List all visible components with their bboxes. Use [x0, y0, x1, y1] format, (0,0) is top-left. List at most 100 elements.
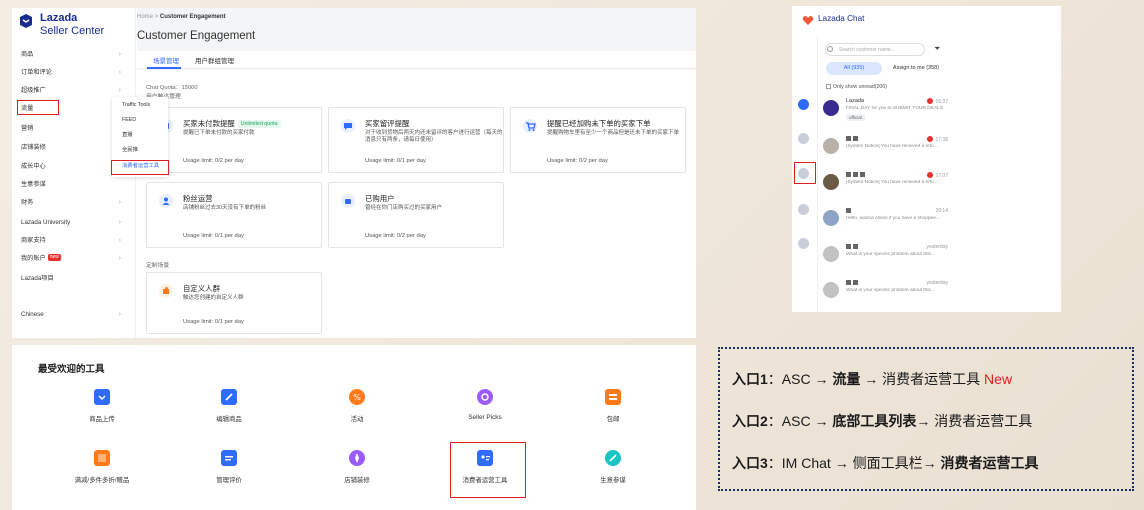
- submenu-item-traffic-tools[interactable]: Traffic Tools: [122, 102, 150, 109]
- tool-label: 活动: [350, 416, 364, 423]
- card-title: 粉丝运营: [183, 194, 213, 203]
- tool-label: 包邮: [606, 416, 620, 423]
- card-usage: Usage limit: 0/2 per day: [547, 158, 608, 164]
- upload-icon: [94, 389, 110, 405]
- conversation-item[interactable]: Lazada 16:37 FINAL DAY for you to SUBMIT…: [818, 96, 948, 126]
- tab-all[interactable]: All (935): [826, 62, 882, 75]
- conversation-item[interactable]: 10:14 Hello, wanna check if you have a s…: [818, 206, 948, 236]
- language-switch[interactable]: Chinese ›: [21, 310, 121, 319]
- search-input[interactable]: Search customer name...: [825, 43, 925, 56]
- card-purchased-users[interactable]: 已购用户 曾经在你门店购买过的买家用户 Usage limit: 0/2 per…: [328, 182, 504, 248]
- logo-subtitle: Seller Center: [40, 25, 105, 37]
- tool-edit-product[interactable]: 编辑商品: [184, 389, 274, 423]
- conversation-item[interactable]: 17:38 [System Notice] You have received …: [818, 134, 948, 164]
- tool-campaign[interactable]: % 活动: [312, 389, 402, 423]
- tab-assign-to-me[interactable]: Assign to me (358): [888, 62, 944, 75]
- chat-quota: Chat Quota：15000: [146, 85, 198, 91]
- chat-bubble-icon: [341, 119, 355, 133]
- tool-label: 生意参谋: [600, 477, 626, 484]
- chevron-right-icon: ›: [118, 69, 121, 76]
- sidebar-item-orders[interactable]: 订单和评论 ›: [21, 68, 121, 77]
- card-usage: Usage limit: 0/1 per day: [183, 319, 244, 325]
- tool-label: 管理评价: [216, 477, 242, 484]
- sidebar-item-support[interactable]: 商家支持 ›: [21, 236, 121, 245]
- unlimited-quota-badge: Unlimited quota: [237, 120, 281, 128]
- bag-icon: [341, 194, 355, 208]
- filter-icon[interactable]: ⏷: [934, 44, 940, 54]
- tab-user-group-management[interactable]: 用户群组管理: [195, 55, 234, 65]
- tool-discount[interactable]: 满减/多件多折/赠品: [57, 450, 147, 484]
- conversation-list: Search customer name... ⏷ All (935) Assi…: [817, 36, 1061, 312]
- picks-icon: [477, 389, 493, 405]
- card-usage: Usage limit: 0/2 per day: [365, 233, 426, 239]
- new-badge: new: [47, 254, 61, 261]
- conversation-item[interactable]: yesterday What is your specific problem …: [818, 278, 948, 308]
- card-title: 自定义人群: [183, 284, 220, 293]
- card-cart-reminder[interactable]: 提醒已经加购未下单的买家下单 提醒购物车里有至少一个商品但是还未下单的买家下单 …: [510, 107, 686, 173]
- card-desc: 提醒购物车里有至少一个商品但是还未下单的买家下单: [547, 130, 680, 136]
- sidebar-item-university[interactable]: Lazada University ›: [21, 218, 121, 227]
- chevron-right-icon: ›: [118, 237, 121, 244]
- sidebar-item-marketing[interactable]: 营销›: [21, 124, 121, 133]
- tool-label: 店铺装修: [344, 477, 370, 484]
- lazada-chat-panel: Lazada Chat Search customer name... ⏷ Al…: [792, 6, 1061, 312]
- tool-store-decoration[interactable]: 店铺装修: [312, 450, 402, 484]
- tool-business-advisor[interactable]: 生意参谋: [568, 450, 658, 484]
- promo-icon: %: [349, 389, 365, 405]
- conversation-item[interactable]: yesterday What is your specific problem …: [818, 242, 948, 272]
- avatar: [823, 138, 839, 154]
- tool-manage-reviews[interactable]: 管理评价: [184, 450, 274, 484]
- chevron-right-icon: ›: [118, 87, 121, 94]
- tools-title: 最受欢迎的工具: [38, 364, 105, 375]
- review-icon: [221, 450, 237, 466]
- lazada-chat-logo-icon: [802, 14, 814, 26]
- avatar: [823, 174, 839, 190]
- active-tab-indicator: [147, 67, 181, 69]
- card-custom-audience[interactable]: 自定义人群 触达您创建的自定义人群 Usage limit: 0/1 per d…: [146, 272, 322, 334]
- breadcrumb: Home > Customer Engagement: [137, 14, 226, 20]
- contacts-icon[interactable]: [798, 238, 809, 249]
- sidebar-item-account[interactable]: 我的账户 new ›: [21, 254, 121, 263]
- messages-icon[interactable]: [798, 99, 809, 110]
- sidebar-item-business-advisor[interactable]: 生意参谋: [21, 180, 121, 189]
- tool-label: 编辑商品: [216, 416, 242, 423]
- tool-product-upload[interactable]: 商品上传: [57, 389, 147, 423]
- sidebar-item-super-promo[interactable]: 超级推广 ›: [21, 86, 121, 95]
- tool-label: 满减/多件多折/赠品: [74, 477, 130, 484]
- settings-icon[interactable]: [798, 204, 809, 215]
- sidebar-item-growth[interactable]: 成长中心›: [21, 162, 121, 171]
- tab-scene-management[interactable]: 场景管理: [153, 55, 179, 65]
- submenu-item-everyone-promo[interactable]: 全民推: [122, 147, 138, 154]
- checkbox-icon: [826, 84, 831, 89]
- stats-icon[interactable]: [798, 133, 809, 144]
- svg-text:%: %: [353, 393, 361, 402]
- highlight-box-customer-tool: [111, 160, 169, 175]
- submenu-item-feed[interactable]: FEED: [122, 117, 136, 124]
- unread-dot: [927, 136, 934, 142]
- card-title: 已购用户: [365, 194, 395, 203]
- card-title: 买家留评提醒: [365, 119, 410, 128]
- card-unpaid-reminder[interactable]: 买家未付款提醒 Unlimited quota 提醒已下单未付款的买家付款 Usa…: [146, 107, 322, 173]
- tool-seller-picks[interactable]: Seller Picks: [440, 389, 530, 421]
- card-fans-operation[interactable]: 粉丝运营 店铺粉丝过去30天没有下单的粉丝 Usage limit: 0/1 p…: [146, 182, 322, 248]
- card-title: 买家未付款提醒: [183, 119, 235, 128]
- breadcrumb-home[interactable]: Home: [137, 14, 153, 20]
- card-usage: Usage limit: 0/1 per day: [183, 233, 244, 239]
- submenu-item-live[interactable]: 直播: [122, 132, 133, 139]
- tab-bar: 场景管理 用户群组管理: [137, 51, 696, 69]
- sidebar-item-lazada-project[interactable]: Lazada项目: [21, 274, 121, 283]
- card-review-reminder[interactable]: 买家留评提醒 对于收到货物后两天内还未留评的客户进行运营（每天的消息只有两条，请…: [328, 107, 504, 173]
- tool-free-shipping[interactable]: 包邮: [568, 389, 658, 423]
- insight-icon: [605, 450, 621, 466]
- avatar: [823, 246, 839, 262]
- cart-icon: [523, 119, 537, 133]
- seller-center-panel: Lazada Seller Center 商品 › 订单和评论 › 超级推广 › 流量…: [12, 8, 696, 338]
- sidebar-item-products[interactable]: 商品 ›: [21, 50, 121, 59]
- shipping-icon: [605, 389, 621, 405]
- only-unread-checkbox[interactable]: Only show unread(206): [826, 84, 887, 90]
- unread-dot: [927, 98, 934, 104]
- scene-content: Chat Quota：15000 用户触达管理 买家未付款提醒Unlimited…: [137, 70, 696, 338]
- sidebar-item-finance[interactable]: 财务 ›: [21, 198, 121, 207]
- conversation-item[interactable]: 17:07 [System Notice] You have received …: [818, 170, 948, 200]
- sidebar-item-store-decor[interactable]: 店铺装修: [21, 143, 121, 152]
